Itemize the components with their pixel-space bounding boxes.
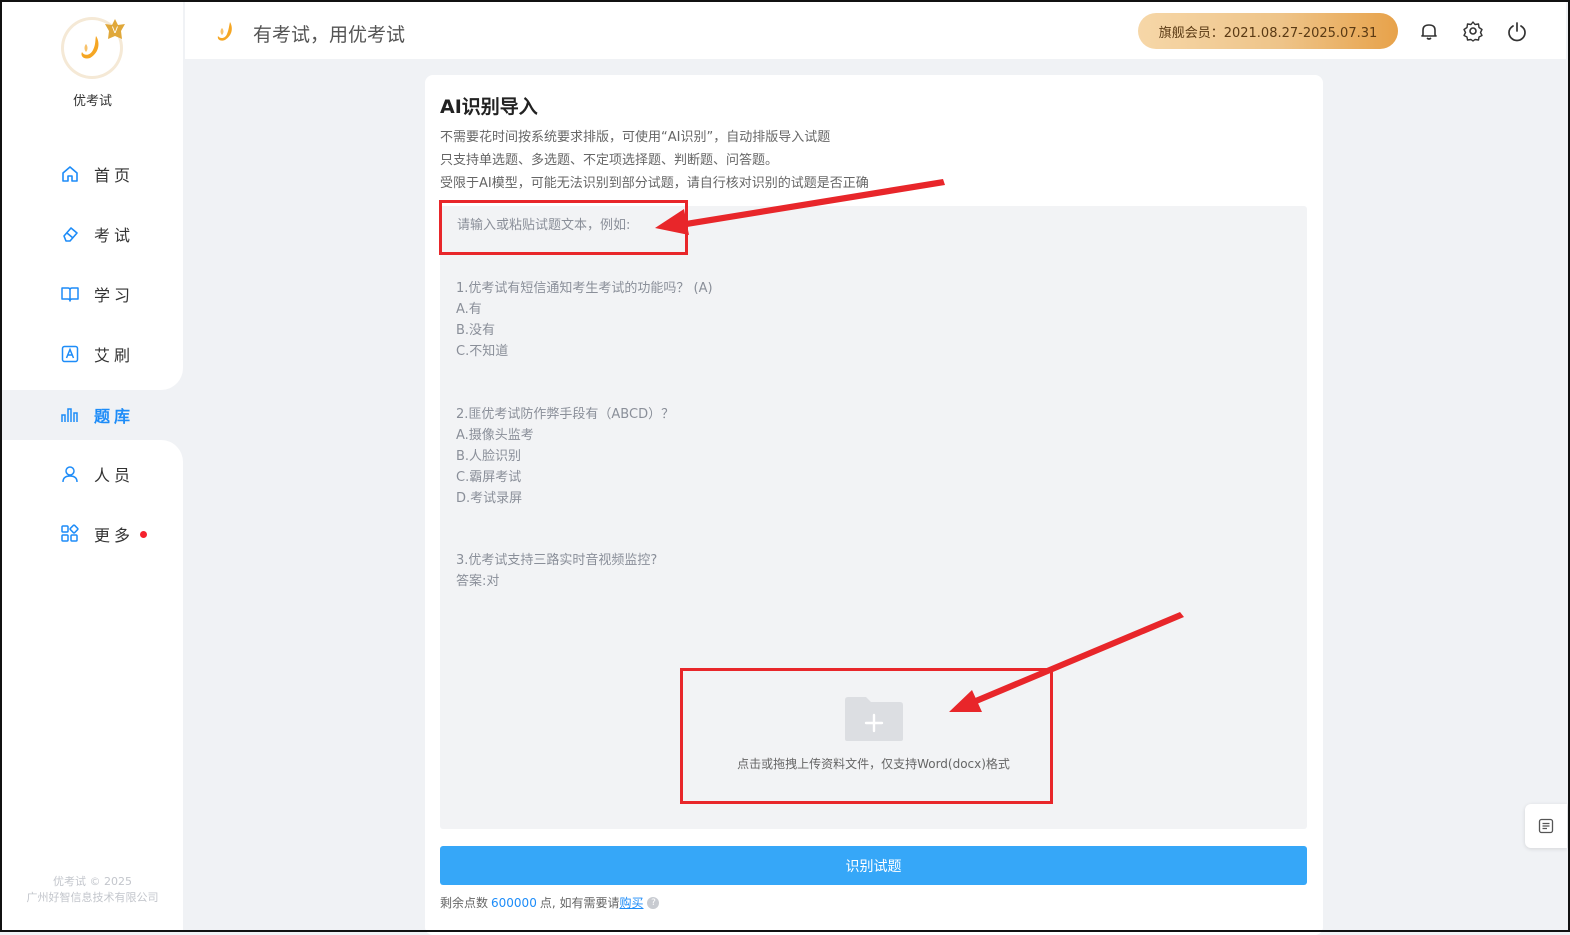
annotation-box-upload <box>680 668 1053 804</box>
vip-membership-badge[interactable]: 旗舰会员：2021.08.27-2025.07.31 <box>1138 13 1398 49</box>
page-title: AI识别导入 <box>440 96 538 118</box>
document-icon <box>1538 818 1554 834</box>
home-icon <box>62 166 78 182</box>
power-icon[interactable] <box>1506 20 1528 42</box>
book-icon <box>61 287 79 302</box>
description-line: 受限于AI模型，可能无法识别到部分试题，请自行核对识别的试题是否正确 <box>440 176 869 191</box>
notification-dot <box>140 530 148 538</box>
sidebar-item-aishua[interactable]: 艾刷 <box>28 331 184 377</box>
sidebar-item-exam[interactable]: 考试 <box>28 211 184 257</box>
example-line: A.有 <box>456 302 482 317</box>
example-line: D.考试录屏 <box>456 491 523 506</box>
bar-chart-icon <box>61 408 78 422</box>
sidebar: V 优考试 首页 考试 学习 艾刷 题库 人员 更多 优考试 © 2025 广州… <box>2 2 184 930</box>
points-value: 600000 <box>491 895 537 910</box>
example-line: 1.优考试有短信通知考生考试的功能吗？ (A) <box>456 281 713 296</box>
recognize-button[interactable]: 识别试题 <box>440 846 1307 885</box>
bell-icon[interactable] <box>1418 20 1440 42</box>
header-logo-icon <box>217 22 232 41</box>
apps-icon <box>61 524 79 542</box>
buy-link[interactable]: 购买 <box>619 894 643 911</box>
sidebar-item-study[interactable]: 学习 <box>28 271 184 317</box>
help-icon[interactable]: ? <box>647 896 660 909</box>
gear-icon[interactable] <box>1462 20 1484 42</box>
description-line: 不需要花时间按系统要求排版，可使用“AI识别”，自动排版导入试题 <box>440 130 831 145</box>
letter-a-icon <box>61 345 79 363</box>
annotation-box-input <box>439 200 688 255</box>
sidebar-item-question-bank[interactable]: 题库 <box>28 392 184 438</box>
example-line: A.摄像头监考 <box>456 428 534 443</box>
header-slogan: 有考试，用优考试 <box>253 24 406 46</box>
example-line: C.霸屏考试 <box>456 470 522 485</box>
description-line: 只支持单选题、多选题、不定项选择题、判断题、问答题。 <box>440 153 779 168</box>
example-line: 答案:对 <box>456 574 500 589</box>
sidebar-item-people[interactable]: 人员 <box>28 451 184 497</box>
example-line: 3.优考试支持三路实时音视频监控? <box>456 553 658 568</box>
floating-notes-button[interactable] <box>1525 804 1567 848</box>
copyright: 优考试 © 2025 广州好智信息技术有限公司 <box>26 875 159 904</box>
example-line: C.不知道 <box>456 344 509 359</box>
top-header: 有考试，用优考试 旗舰会员：2021.08.27-2025.07.31 <box>185 2 1566 59</box>
sidebar-item-home[interactable]: 首页 <box>28 151 184 197</box>
points-info: 剩余点数 600000 点, 如有需要请 购买 ? <box>440 894 660 911</box>
eraser-icon <box>63 227 78 242</box>
svg-text:V: V <box>112 26 119 36</box>
example-line: B.没有 <box>456 323 496 338</box>
user-icon <box>62 466 78 483</box>
brand-name: 优考试 <box>72 94 112 109</box>
vip-crown-icon: V <box>105 19 125 39</box>
example-line: 2.匪优考试防作弊手段有（ABCD）？ <box>456 407 675 422</box>
example-line: B.人脸识别 <box>456 449 522 464</box>
sidebar-item-more[interactable]: 更多 <box>28 511 184 557</box>
